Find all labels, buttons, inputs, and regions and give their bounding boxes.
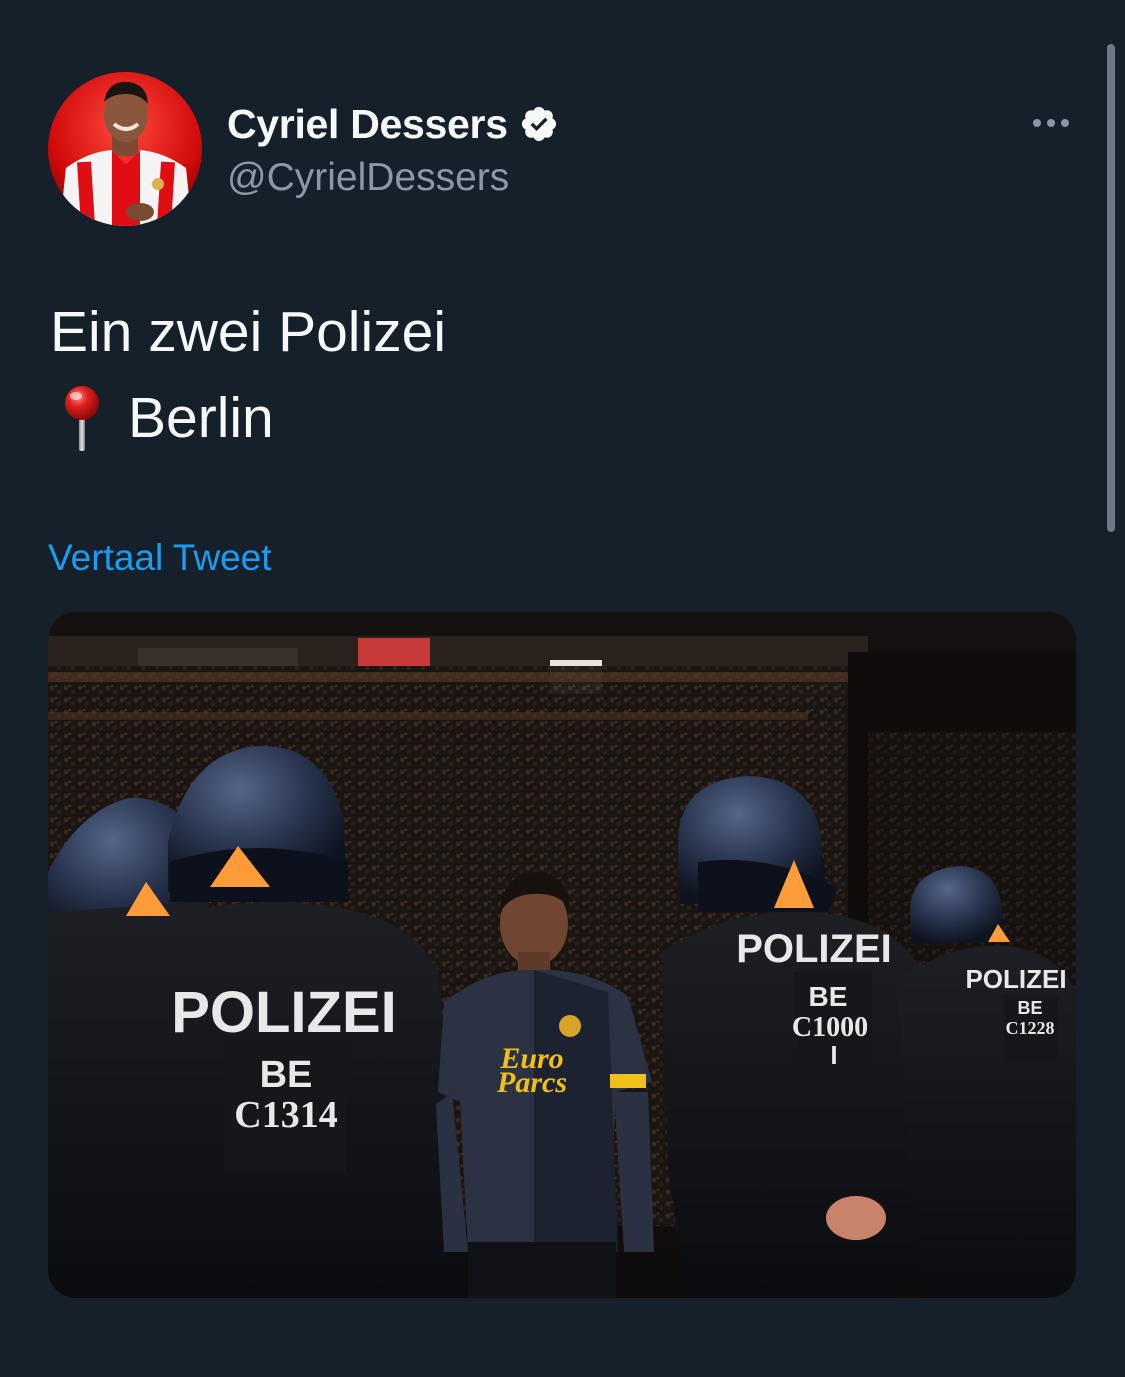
officer-left-unit: POLIZEI xyxy=(171,980,397,1045)
translate-tweet-link[interactable]: Vertaal Tweet xyxy=(48,536,272,580)
round-pushpin-icon xyxy=(50,383,114,453)
officer-middle-code-2: C1000 xyxy=(792,1012,868,1043)
tweet-text-line-2: Berlin xyxy=(128,386,274,450)
tweet-text-line-2-row: Berlin xyxy=(50,383,274,453)
officer-middle-unit: POLIZEI xyxy=(736,927,892,971)
tweet-text-line-1: Ein zwei Polizei xyxy=(50,300,446,364)
more-dot-icon xyxy=(1033,119,1041,127)
officer-left-code-1: BE xyxy=(260,1054,313,1096)
officer-middle-code-1: BE xyxy=(809,981,848,1012)
avatar[interactable] xyxy=(48,72,202,226)
jersey-sponsor-line-2: Parcs xyxy=(496,1066,567,1099)
more-dot-icon xyxy=(1047,119,1055,127)
more-dot-icon xyxy=(1061,119,1069,127)
tweet-photo[interactable]: POLIZEI BE C1314 Euro Parcs POLIZEI BE C… xyxy=(48,612,1076,1298)
officer-right-unit: POLIZEI xyxy=(965,964,1066,994)
officer-right-code-1: BE xyxy=(1017,998,1042,1018)
username-handle[interactable]: @CyrielDessers xyxy=(227,154,509,202)
scrollbar[interactable] xyxy=(1107,44,1115,532)
author-name-row[interactable]: Cyriel Dessers xyxy=(227,98,559,150)
more-options-button[interactable] xyxy=(1024,108,1078,138)
display-name[interactable]: Cyriel Dessers xyxy=(227,101,508,148)
officer-left-code-2: C1314 xyxy=(234,1094,337,1136)
officer-right-code-2: C1228 xyxy=(1006,1018,1055,1038)
officer-middle-code-3: I xyxy=(830,1040,837,1070)
verified-badge-icon xyxy=(519,104,559,144)
